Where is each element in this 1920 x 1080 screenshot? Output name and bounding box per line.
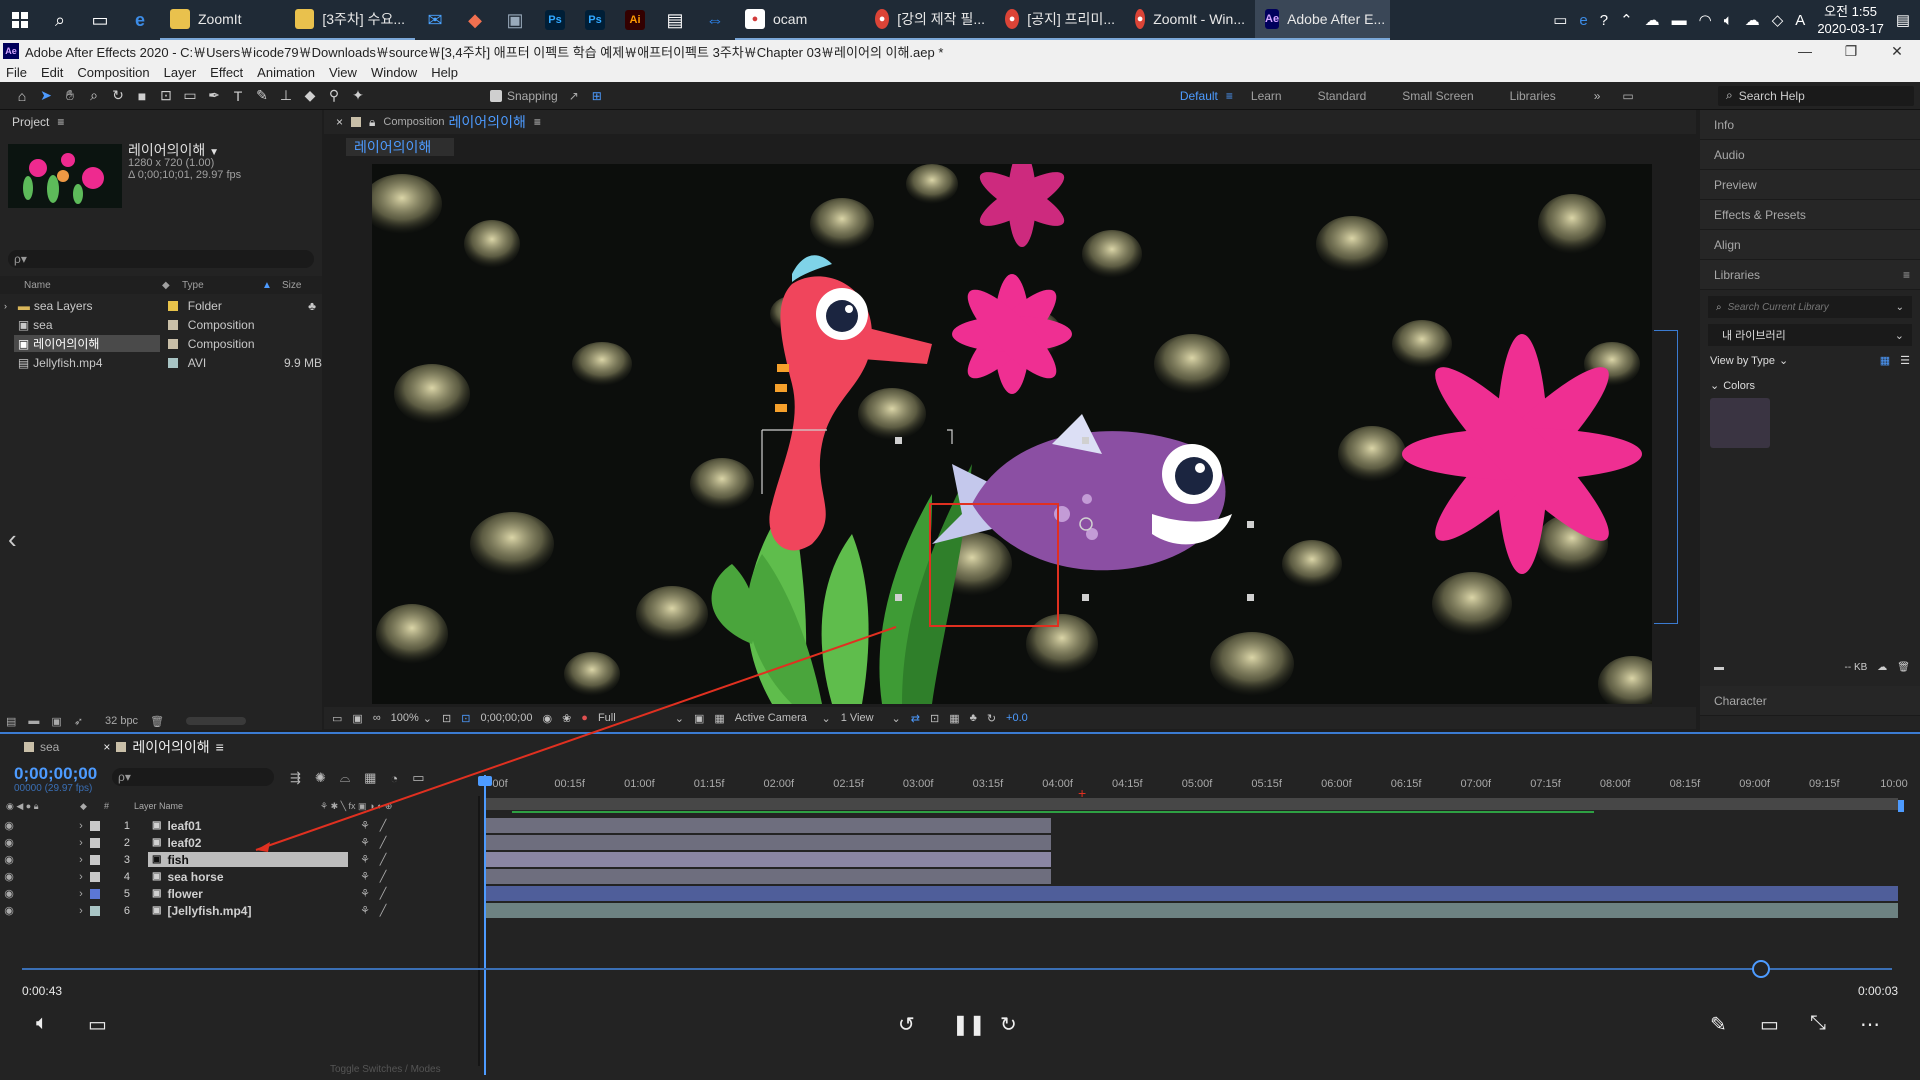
annotation-arrow xyxy=(255,626,897,852)
